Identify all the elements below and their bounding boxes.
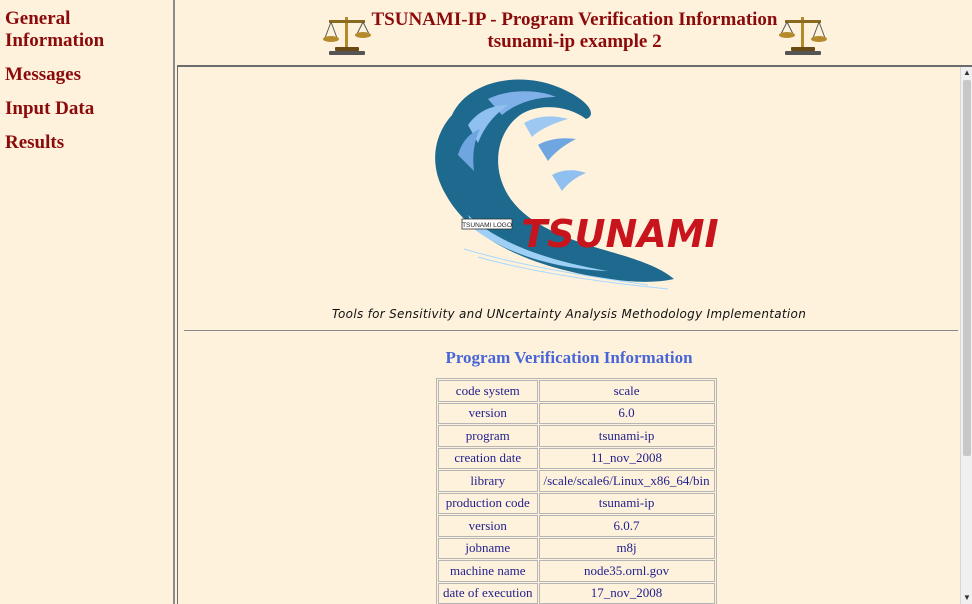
row-value: scale bbox=[538, 380, 715, 402]
tsunami-logo: TSUNAMI LOGO TSUNAMI bbox=[435, 79, 718, 290]
nav-frame: General Information Messages Input Data … bbox=[0, 0, 175, 604]
title-line-example: tsunami-ip example 2 bbox=[487, 31, 662, 52]
row-value: 17_nov_2008 bbox=[538, 582, 715, 604]
nav-link-messages[interactable]: Messages bbox=[5, 64, 173, 86]
row-value: tsunami-ip bbox=[538, 425, 715, 447]
row-key: code system bbox=[438, 380, 538, 402]
row-value: 11_nov_2008 bbox=[538, 447, 715, 469]
page-title: TSUNAMI-IP - Program Verification Inform… bbox=[177, 9, 972, 53]
row-value: node35.ornl.gov bbox=[538, 560, 715, 582]
row-value: 6.0.7 bbox=[538, 515, 715, 537]
logo-word: TSUNAMI bbox=[521, 212, 718, 256]
verification-table: code system scale version 6.0 program tsunami… bbox=[436, 378, 717, 604]
logo-alt-label: TSUNAMI LOGO bbox=[462, 222, 512, 229]
table-row: creation date 11_nov_2008 bbox=[438, 447, 715, 469]
row-value: tsunami-ip bbox=[538, 492, 715, 514]
scrollbar-thumb[interactable] bbox=[963, 80, 971, 456]
vertical-scrollbar[interactable]: ▲ ▼ bbox=[960, 67, 972, 604]
table-row: version 6.0 bbox=[438, 402, 715, 424]
row-key: library bbox=[438, 470, 538, 492]
table-row: production code tsunami-ip bbox=[438, 492, 715, 514]
row-value: 6.0 bbox=[538, 402, 715, 424]
section-title: Program Verification Information bbox=[445, 348, 693, 367]
row-key: production code bbox=[438, 492, 538, 514]
table-row: code system scale bbox=[438, 380, 715, 402]
row-key: creation date bbox=[438, 447, 538, 469]
header-frame: TSUNAMI-IP - Program Verification Inform… bbox=[177, 0, 972, 67]
row-value: /scale/scale6/Linux_x86_64/bin bbox=[538, 470, 715, 492]
divider bbox=[184, 330, 958, 331]
row-value: m8j bbox=[538, 537, 715, 559]
row-key: version bbox=[438, 515, 538, 537]
scroll-down-icon[interactable]: ▼ bbox=[961, 592, 972, 604]
nav-link-input-data[interactable]: Input Data bbox=[5, 98, 173, 120]
nav-link-results[interactable]: Results bbox=[5, 132, 173, 154]
scroll-up-icon[interactable]: ▲ bbox=[961, 67, 972, 79]
row-key: machine name bbox=[438, 560, 538, 582]
title-line-program: TSUNAMI-IP - Program Verification Inform… bbox=[371, 9, 778, 30]
row-key: jobname bbox=[438, 537, 538, 559]
table-row: date of execution 17_nov_2008 bbox=[438, 582, 715, 604]
row-key: date of execution bbox=[438, 582, 538, 604]
table-row: jobname m8j bbox=[438, 537, 715, 559]
nav-link-general-information[interactable]: General Information bbox=[5, 8, 115, 52]
table-row: version 6.0.7 bbox=[438, 515, 715, 537]
row-key: version bbox=[438, 402, 538, 424]
table-row: library/scale/scale6/Linux_x86_64/bin bbox=[438, 470, 715, 492]
table-row: machine name node35.ornl.gov bbox=[438, 560, 715, 582]
logo-tagline: Tools for Sensitivity and UNcertainty An… bbox=[331, 307, 807, 321]
row-key: program bbox=[438, 425, 538, 447]
content-frame: TSUNAMI LOGO TSUNAMI Tools for Sensitivi… bbox=[177, 67, 972, 604]
scale-balance-icon bbox=[779, 17, 827, 55]
table-row: program tsunami-ip bbox=[438, 425, 715, 447]
